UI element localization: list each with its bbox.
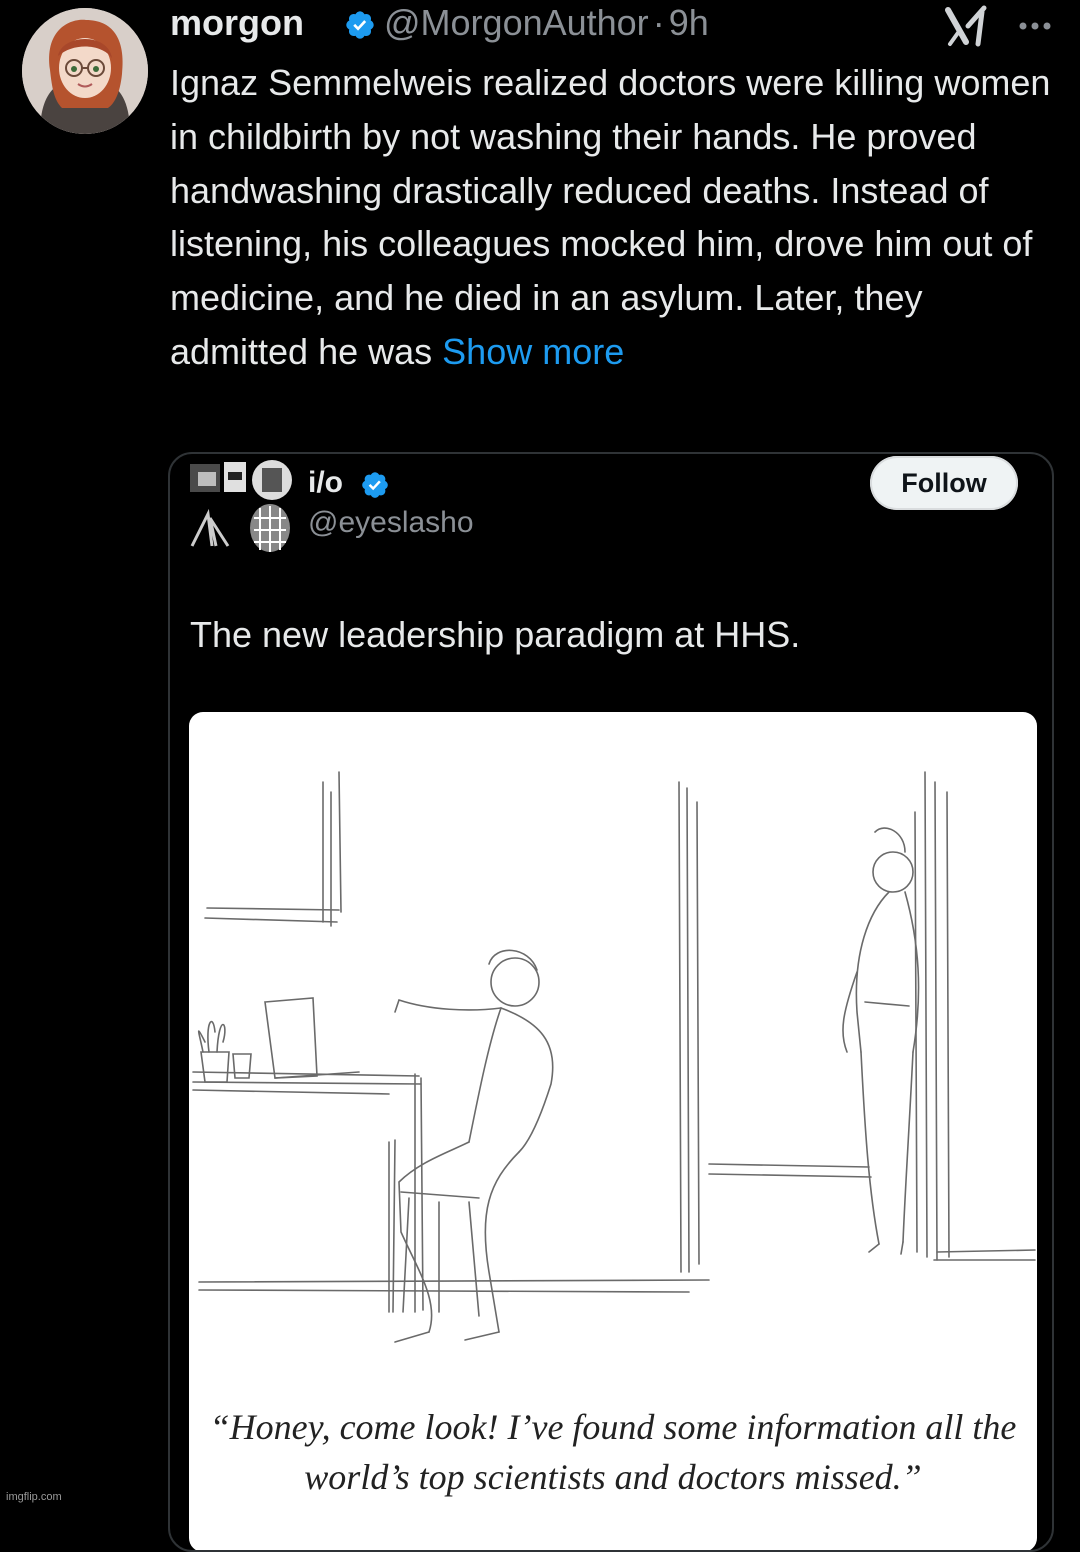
grok-icon[interactable] xyxy=(944,4,990,48)
author-handle[interactable]: @MorgonAuthor · 9h xyxy=(384,2,709,44)
tweet-header: morgon @MorgonAuthor · 9h xyxy=(170,0,1060,52)
verified-badge-icon xyxy=(346,11,374,39)
cartoon-caption: “Honey, come look! I’ve found some infor… xyxy=(209,1407,1017,1497)
follow-button[interactable]: Follow xyxy=(870,456,1018,510)
author-name[interactable]: morgon xyxy=(170,2,304,44)
quoted-post-text: The new leadership paradigm at HHS. xyxy=(190,614,801,655)
cartoon-image[interactable]: “Honey, come look! I’ve found some infor… xyxy=(189,712,1037,1550)
tweet-text: Ignaz Semmelweis realized doctors were k… xyxy=(170,62,1051,372)
show-more-link[interactable]: Show more xyxy=(442,331,624,372)
more-options-icon[interactable] xyxy=(1015,6,1055,42)
quoted-verified-badge-icon xyxy=(362,472,388,498)
cartoon-sketch xyxy=(192,771,1036,1343)
quoted-author-name[interactable]: i/o xyxy=(308,466,343,500)
tweet-body: Ignaz Semmelweis realized doctors were k… xyxy=(170,56,1060,379)
quoted-author-avatar[interactable] xyxy=(188,458,292,558)
quoted-author-handle[interactable]: @eyeslasho xyxy=(308,506,474,540)
quoted-post-card[interactable]: i/o @eyeslasho Follow The new leadership… xyxy=(168,452,1054,1552)
post-time: 9h xyxy=(668,2,709,43)
imgflip-watermark: imgflip.com xyxy=(6,1491,62,1503)
author-avatar[interactable] xyxy=(22,8,148,134)
